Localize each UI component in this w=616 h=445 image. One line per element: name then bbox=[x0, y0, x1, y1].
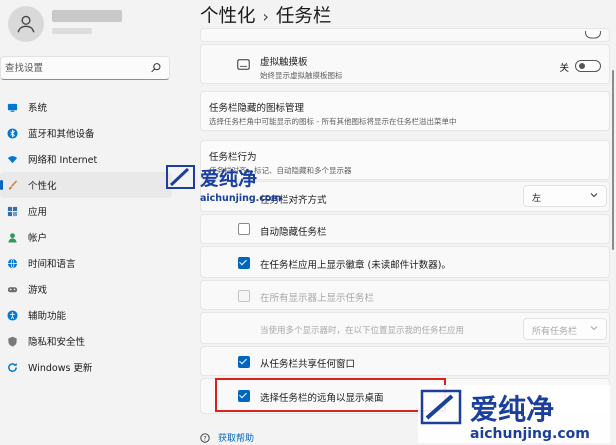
share-window-checkbox[interactable] bbox=[238, 356, 250, 368]
scrollbar[interactable] bbox=[610, 30, 616, 430]
sidebar-item-apps[interactable]: 应用 bbox=[0, 198, 172, 224]
setting-row-auto-hide[interactable]: 自动隐藏任务栏 bbox=[200, 214, 610, 244]
sidebar-item-label: 隐私和安全性 bbox=[28, 337, 86, 348]
accessibility-icon bbox=[6, 309, 18, 321]
breadcrumb-separator: › bbox=[262, 7, 269, 26]
toggle-state-label: 关 bbox=[559, 63, 569, 74]
watermark-url: aichunjing.com bbox=[200, 193, 281, 204]
hidden-icons-title: 任务栏隐藏的图标管理 bbox=[209, 103, 305, 114]
touchpad-title: 虚拟触摸板 bbox=[260, 57, 308, 68]
sidebar-item-gaming[interactable]: 游戏 bbox=[0, 276, 172, 302]
sidebar-item-label: 网络和 Internet bbox=[28, 155, 98, 166]
sidebar-item-label: 辅助功能 bbox=[28, 311, 67, 322]
behaviors-title: 任务栏行为 bbox=[209, 152, 257, 163]
user-icon bbox=[17, 15, 35, 33]
alignment-dropdown[interactable]: 左 bbox=[523, 185, 607, 207]
sidebar-item-label: 时间和语言 bbox=[28, 259, 76, 270]
sidebar-item-windows-update[interactable]: Windows 更新 bbox=[0, 354, 172, 380]
account-icon bbox=[6, 231, 18, 243]
touchpad-toggle[interactable] bbox=[575, 60, 601, 72]
highlight-box bbox=[215, 378, 446, 412]
watermark-slash bbox=[169, 167, 190, 187]
sidebar-item-label: 系统 bbox=[28, 103, 48, 114]
search-icon[interactable] bbox=[149, 61, 163, 75]
help-link[interactable]: 获取帮助 bbox=[218, 431, 254, 444]
globe-icon bbox=[6, 257, 18, 269]
watermark-logo-small: 爱纯净 aichunjing.com bbox=[166, 165, 281, 204]
svg-text:?: ? bbox=[203, 435, 206, 442]
setting-row-virtual-touchpad[interactable]: 虚拟触摸板 始终显示虚拟触摸板图标 关 bbox=[200, 44, 610, 84]
sidebar-item-label: 帐户 bbox=[28, 233, 48, 244]
watermark-text: 爱纯净 bbox=[200, 167, 257, 190]
setting-row-all-displays[interactable]: 在所有显示器上显示任务栏 bbox=[200, 280, 610, 310]
setting-row-share-window[interactable]: 从任务栏共享任何窗口 bbox=[200, 346, 610, 376]
avatar[interactable] bbox=[8, 6, 44, 42]
network-icon bbox=[6, 153, 18, 165]
sidebar-item-time-language[interactable]: 时间和语言 bbox=[0, 250, 172, 276]
sidebar-item-accessibility[interactable]: 辅助功能 bbox=[0, 302, 172, 328]
watermark-url: aichunjing.com bbox=[470, 426, 590, 442]
sidebar-item-system[interactable]: 系统 bbox=[0, 94, 172, 120]
setting-hidden-icons[interactable]: 任务栏隐藏的图标管理 选择任务栏角中可能显示的图标 - 所有其他图标将显示在任务… bbox=[200, 91, 610, 131]
setting-row-multi-display: 当使用多个显示器时，在以下位置显示我的任务栏应用 所有任务栏 bbox=[200, 312, 610, 344]
hidden-icons-description: 选择任务栏角中可能显示的图标 - 所有其他图标将显示在任务栏溢出菜单中 bbox=[209, 117, 457, 126]
search-input[interactable] bbox=[5, 60, 145, 76]
gamepad-icon bbox=[6, 283, 18, 295]
sidebar-item-label: 应用 bbox=[28, 207, 48, 218]
breadcrumb: 个性化 › 任务栏 bbox=[200, 2, 331, 28]
scrollbar-thumb[interactable] bbox=[612, 70, 614, 250]
sidebar-item-label: 游戏 bbox=[28, 285, 48, 296]
sidebar-item-label: Windows 更新 bbox=[28, 363, 93, 374]
auto-hide-label: 自动隐藏任务栏 bbox=[260, 227, 327, 238]
badges-checkbox[interactable] bbox=[238, 257, 250, 269]
sidebar-item-personalization[interactable]: 个性化 bbox=[0, 172, 172, 198]
all-displays-checkbox[interactable] bbox=[238, 290, 250, 302]
badges-label: 在任务栏应用上显示徽章 (未读邮件计数器)。 bbox=[260, 260, 451, 271]
help-icon: ? bbox=[200, 432, 210, 443]
sidebar-item-label: 蓝牙和其他设备 bbox=[28, 129, 95, 140]
auto-hide-checkbox[interactable] bbox=[238, 223, 250, 235]
touchpad-icon bbox=[237, 59, 250, 70]
page-title: 任务栏 bbox=[275, 6, 332, 27]
system-icon bbox=[6, 101, 18, 113]
brush-icon bbox=[6, 179, 18, 191]
watermark-logo-large: 爱纯净 aichunjing.com bbox=[418, 385, 610, 443]
watermark-text: 爱纯净 bbox=[470, 393, 554, 426]
alignment-value: 左 bbox=[532, 194, 542, 204]
touchpad-description: 始终显示虚拟触摸板图标 bbox=[260, 71, 343, 80]
sidebar-item-accounts[interactable]: 帐户 bbox=[0, 224, 172, 250]
share-window-label: 从任务栏共享任何窗口 bbox=[260, 359, 356, 370]
sidebar-item-bluetooth[interactable]: 蓝牙和其他设备 bbox=[0, 120, 172, 146]
multi-display-dropdown[interactable]: 所有任务栏 bbox=[523, 318, 607, 340]
sidebar-item-label: 个性化 bbox=[28, 181, 57, 192]
user-info-redacted bbox=[52, 10, 122, 34]
multi-display-value: 所有任务栏 bbox=[532, 327, 578, 337]
update-icon bbox=[6, 361, 18, 373]
help-link-row[interactable]: ? 获取帮助 bbox=[200, 431, 254, 444]
multi-display-label: 当使用多个显示器时，在以下位置显示我的任务栏应用 bbox=[260, 326, 465, 336]
chevron-down-icon bbox=[590, 193, 598, 198]
shield-icon bbox=[6, 335, 18, 347]
sidebar: 系统 蓝牙和其他设备 网络和 Internet 个性化 应用 帐户 时间和语言 bbox=[0, 0, 178, 445]
sidebar-item-network[interactable]: 网络和 Internet bbox=[0, 146, 172, 172]
setting-row-clipped bbox=[200, 28, 610, 42]
sidebar-item-privacy[interactable]: 隐私和安全性 bbox=[0, 328, 172, 354]
apps-icon bbox=[6, 205, 18, 217]
breadcrumb-parent[interactable]: 个性化 bbox=[200, 6, 256, 27]
toggle-partial-icon bbox=[585, 31, 601, 39]
chevron-down-icon bbox=[590, 326, 598, 331]
search-box[interactable] bbox=[0, 56, 170, 80]
setting-row-badges[interactable]: 在任务栏应用上显示徽章 (未读邮件计数器)。 bbox=[200, 246, 610, 278]
nav-list: 系统 蓝牙和其他设备 网络和 Internet 个性化 应用 帐户 时间和语言 bbox=[0, 94, 178, 380]
all-displays-label: 在所有显示器上显示任务栏 bbox=[260, 293, 375, 304]
bluetooth-icon bbox=[6, 127, 18, 139]
